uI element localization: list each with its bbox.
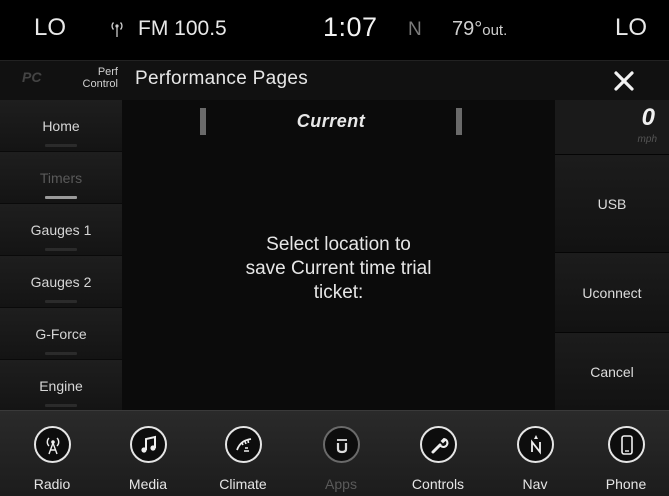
phone-button-ring <box>608 426 645 463</box>
dock-label: Nav <box>522 476 548 492</box>
nav-item-label: Gauges 2 <box>30 273 92 290</box>
section-header-bar-right <box>456 108 462 135</box>
nav-indicator <box>45 300 77 303</box>
radio-icon <box>46 436 59 454</box>
dock-radio[interactable]: Radio <box>12 411 92 496</box>
media-button-ring <box>130 426 167 463</box>
nav-indicator <box>45 248 77 251</box>
nav-indicator-active <box>45 196 77 199</box>
radio-button-ring <box>34 426 71 463</box>
uconnect-button[interactable]: Uconnect <box>555 252 669 332</box>
dock-climate[interactable]: Climate <box>203 411 283 496</box>
outside-temperature: 79°out. <box>452 18 507 41</box>
nav-item-gauges-1[interactable]: Gauges 1 <box>0 204 122 256</box>
temperature-unit: out. <box>482 22 508 39</box>
nav-item-label: Engine <box>39 377 83 394</box>
save-location-prompt: Select location to save Current time tri… <box>122 233 555 305</box>
dock-phone[interactable]: Phone <box>586 411 666 496</box>
section-label-line2: Control <box>82 78 118 90</box>
controls-button-ring <box>420 426 457 463</box>
section-header: Current <box>200 108 462 136</box>
speed-display: 0 mph <box>555 100 669 154</box>
radio-station[interactable]: FM 100.5 <box>138 17 227 41</box>
section-heading: Current <box>296 111 366 131</box>
apps-icon <box>336 438 347 453</box>
dock-label: Climate <box>219 476 267 492</box>
right-column: 0 mph USB Uconnect Cancel <box>555 100 669 410</box>
climate-icon <box>235 437 251 452</box>
compass-heading: N <box>408 19 422 40</box>
title-bar: PC Perf Control Performance Pages <box>0 60 669 100</box>
nav-item-engine[interactable]: Engine <box>0 360 122 412</box>
dock-label: Apps <box>325 476 357 492</box>
nav-indicator <box>45 144 77 147</box>
nav-item-label: Home <box>42 117 80 134</box>
music-note-icon <box>140 435 156 453</box>
dock-label: Radio <box>33 476 71 492</box>
temperature-value: 79° <box>452 18 483 40</box>
dock-media[interactable]: Media <box>108 411 188 496</box>
bottom-dock: Radio Media Climate Apps Controls Nav Ph… <box>0 410 669 496</box>
dock-controls[interactable]: Controls <box>398 411 478 496</box>
close-icon[interactable] <box>608 65 640 97</box>
right-climate-setting[interactable]: LO <box>615 14 647 42</box>
status-bar: LO FM 100.5 1:07 N 79°out. LO <box>0 0 669 60</box>
nav-item-home[interactable]: Home <box>0 100 122 152</box>
dock-nav[interactable]: Nav <box>495 411 575 496</box>
clock: 1:07 <box>323 12 378 42</box>
dock-label: Media <box>128 476 168 492</box>
wrench-icon <box>431 437 448 453</box>
phone-icon <box>620 434 633 455</box>
page-title: Performance Pages <box>135 68 309 89</box>
prompt-line-2: save Current time trial <box>245 258 432 279</box>
apps-button-ring <box>323 426 360 463</box>
nav-item-gauges-2[interactable]: Gauges 2 <box>0 256 122 308</box>
left-nav: Home Timers Gauges 1 Gauges 2 G-Force En… <box>0 100 122 412</box>
nav-item-label: Timers <box>39 169 83 186</box>
prompt-line-1: Select location to <box>266 234 411 255</box>
usb-button[interactable]: USB <box>555 154 669 252</box>
nav-indicator <box>45 404 77 407</box>
speed-unit: mph <box>637 134 657 145</box>
speed-value: 0 <box>641 104 655 131</box>
section-label-line1: Perf <box>97 66 118 78</box>
section-label: Perf Control <box>64 66 118 90</box>
nav-item-timers[interactable]: Timers <box>0 152 122 204</box>
nav-item-label: G-Force <box>35 325 87 342</box>
dock-label: Controls <box>411 476 465 492</box>
nav-indicator <box>45 352 77 355</box>
main-panel: Current Select location to save Current … <box>122 100 555 410</box>
nav-item-label: Gauges 1 <box>30 221 92 238</box>
dock-apps[interactable]: Apps <box>301 411 381 496</box>
prompt-line-3: ticket: <box>313 282 364 303</box>
compass-icon <box>530 434 541 455</box>
perf-control-logo: PC <box>22 69 42 85</box>
cancel-button[interactable]: Cancel <box>555 332 669 410</box>
nav-button-ring <box>517 426 554 463</box>
radio-signal-icon <box>111 22 123 37</box>
left-climate-setting[interactable]: LO <box>34 14 66 42</box>
nav-item-g-force[interactable]: G-Force <box>0 308 122 360</box>
climate-button-ring <box>225 426 262 463</box>
dock-label: Phone <box>605 476 647 492</box>
